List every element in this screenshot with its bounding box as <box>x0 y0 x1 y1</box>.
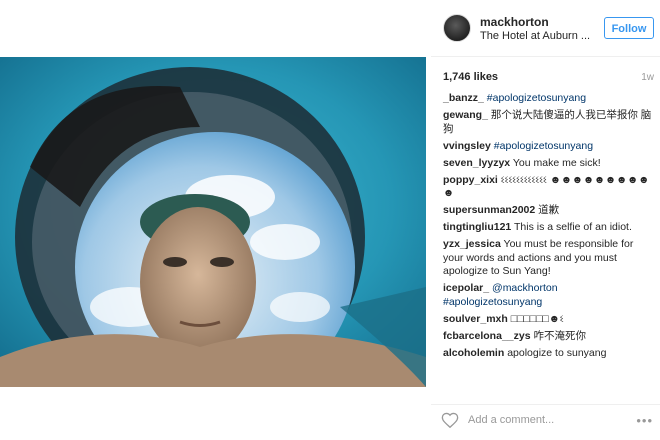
avatar[interactable] <box>443 14 471 42</box>
comment-text: 道歉 <box>538 204 560 216</box>
underwater-selfie-image <box>0 57 426 387</box>
comment-username[interactable]: fcbarcelona__zys <box>443 330 531 342</box>
comment-username[interactable]: tingtingliu121 <box>443 221 511 233</box>
comment-username[interactable]: alcoholemin <box>443 347 504 359</box>
comment: vvingsley #apologizetosunyang <box>443 140 655 154</box>
comment: tingtingliu121 This is a selfie of an id… <box>443 221 655 235</box>
comment-text: You make me sick! <box>512 156 601 169</box>
comment-username[interactable]: supersunman2002 <box>443 204 535 216</box>
comment-username[interactable]: seven_lyyzyx <box>443 157 510 169</box>
comment-text: 咋不淹死你 <box>533 329 586 342</box>
post-header: mackhorton The Hotel at Auburn ... Follo… <box>431 0 660 57</box>
comment: alcoholemin apologize to sunyang <box>443 347 655 361</box>
comments-list: _banzz_ #apologizetosunyang gewang_ 那个说大… <box>443 92 655 364</box>
post-age: 1w <box>641 72 654 83</box>
comment-text: □□□□□□☻ଽ <box>510 312 564 325</box>
follow-button[interactable]: Follow <box>604 17 654 39</box>
post-location[interactable]: The Hotel at Auburn ... <box>480 30 595 42</box>
likes-count[interactable]: 1,746 likes <box>443 71 498 83</box>
comment: seven_lyyzyx You make me sick! <box>443 157 655 171</box>
comment-username[interactable]: soulver_mxh <box>443 313 508 325</box>
comment: fcbarcelona__zys 咋不淹死你 <box>443 330 655 344</box>
post-sidebar: mackhorton The Hotel at Auburn ... Follo… <box>431 0 660 440</box>
comment-text: This is a selfie of an idiot. <box>513 221 632 233</box>
comment-hashtag[interactable]: #apologizetosunyang <box>494 140 593 152</box>
comment-hashtag[interactable]: #apologizetosunyang <box>443 296 542 308</box>
comment: icepolar_ @mackhorton #apologizetosunyan… <box>443 282 655 309</box>
post-footer: Add a comment... ••• <box>431 404 660 435</box>
add-comment-input[interactable]: Add a comment... <box>468 414 554 426</box>
comment: gewang_ 那个说大陆傻逼的人我已举报你 脑狗 <box>443 109 655 136</box>
comment: yzx_jessica You must be responsible for … <box>443 238 655 279</box>
comment-hashtag[interactable]: #apologizetosunyang <box>487 92 586 104</box>
comment-username[interactable]: gewang_ <box>443 109 488 121</box>
comment-username[interactable]: yzx_jessica <box>443 238 501 250</box>
more-options-icon[interactable]: ••• <box>636 413 653 428</box>
comment-text: apologize to sunyang <box>507 346 607 359</box>
comment: supersunman2002 道歉 <box>443 204 655 218</box>
post-author-username[interactable]: mackhorton <box>480 15 549 29</box>
comment: soulver_mxh □□□□□□☻ଽ <box>443 313 655 327</box>
post-photo[interactable] <box>0 57 426 387</box>
comment-username[interactable]: vvingsley <box>443 140 491 152</box>
heart-icon[interactable] <box>441 412 459 428</box>
comment-username[interactable]: _banzz_ <box>443 92 484 104</box>
comment-username[interactable]: icepolar_ <box>443 282 489 294</box>
comment-mention[interactable]: @mackhorton <box>492 282 558 294</box>
instagram-post: mackhorton The Hotel at Auburn ... Follo… <box>0 0 660 440</box>
comment: _banzz_ #apologizetosunyang <box>443 92 655 106</box>
comment-username[interactable]: poppy_xixi <box>443 174 498 186</box>
comment: poppy_xixi ଽଽଽଽଽଽଽଽଽଽଽଽ ☻☻☻☻☻☻☻☻☻☻ <box>443 174 655 201</box>
